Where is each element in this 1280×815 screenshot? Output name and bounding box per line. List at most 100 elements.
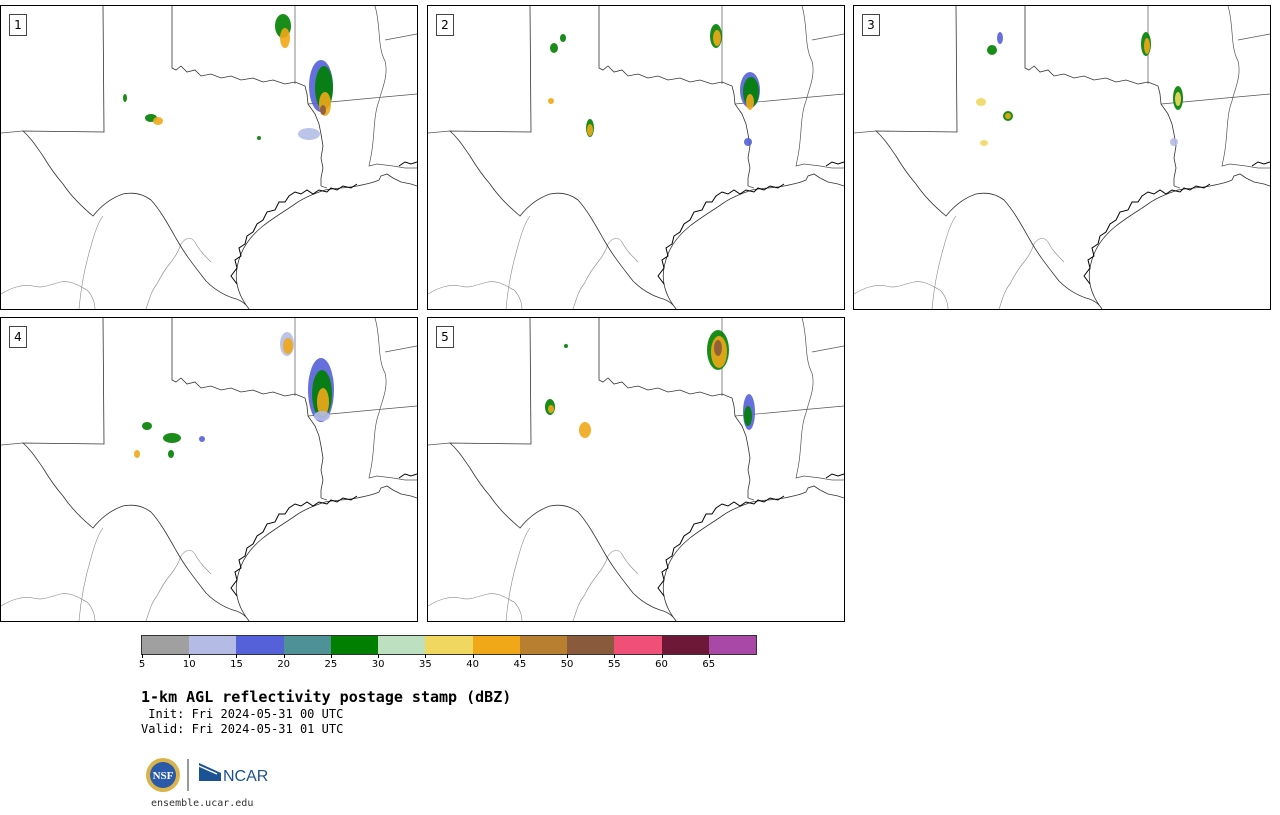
colorbar-cell xyxy=(519,636,568,654)
state-boundary xyxy=(320,497,328,501)
state-boundary xyxy=(1,442,24,446)
reflectivity-cell xyxy=(320,105,326,115)
state-boundary xyxy=(384,345,417,353)
colorbar-tick xyxy=(330,654,332,658)
colorbar-tick xyxy=(708,654,710,658)
state-boundary xyxy=(1173,185,1181,189)
colorbar-tick xyxy=(661,654,663,658)
colorbar-cell xyxy=(142,636,190,654)
logos: NSF NCAR xyxy=(146,758,268,792)
state-boundary xyxy=(428,130,451,134)
texas-boundary xyxy=(21,318,417,621)
panel-label-5: 5 xyxy=(436,326,454,348)
reflectivity-cell xyxy=(1170,138,1178,146)
colorbar-cell xyxy=(567,636,615,654)
reflectivity-cell xyxy=(123,94,127,102)
colorbar-cell xyxy=(661,636,709,654)
colorbar-cell xyxy=(425,636,473,654)
svg-text:NCAR: NCAR xyxy=(223,768,268,785)
mexico-border xyxy=(428,215,639,309)
coastline xyxy=(1083,161,1270,285)
colorbar-tick-label: 60 xyxy=(655,659,668,670)
state-boundary xyxy=(854,130,877,134)
state-boundary xyxy=(747,185,755,189)
coastline xyxy=(657,161,844,285)
state-boundary xyxy=(384,33,417,41)
colorbar-tick xyxy=(189,654,191,658)
texas-boundary xyxy=(21,6,417,309)
reflectivity-cell xyxy=(199,436,205,442)
reflectivity-cell xyxy=(976,98,986,106)
map-panel-1: 1 xyxy=(0,5,418,310)
reflectivity-cell xyxy=(550,43,558,53)
colorbar-tick-label: 40 xyxy=(466,659,479,670)
reflectivity-cell xyxy=(163,433,181,443)
reflectivity-cell xyxy=(714,340,722,356)
colorbar-tick-label: 20 xyxy=(277,659,291,670)
reflectivity-cell xyxy=(142,422,152,430)
reflectivity-cell xyxy=(1005,113,1011,119)
reflectivity-cell xyxy=(548,98,554,104)
map-panel-5: 5 xyxy=(427,317,845,622)
colorbar-tick xyxy=(283,654,285,658)
state-boundary xyxy=(795,6,844,169)
colorbar-tick xyxy=(378,654,380,658)
reflectivity-cell xyxy=(713,30,721,46)
reflectivity-cell xyxy=(298,128,320,140)
colorbar-tick-label: 65 xyxy=(702,659,716,670)
state-boundary xyxy=(368,318,417,481)
state-boundary xyxy=(811,33,844,41)
reflectivity-cell xyxy=(579,422,591,438)
reflectivity-cell xyxy=(1144,38,1150,54)
colorbar-tick xyxy=(236,654,238,658)
reflectivity-cell xyxy=(168,450,174,458)
coastline xyxy=(230,473,417,597)
panel-label-4: 4 xyxy=(9,326,27,348)
colorbar-tick-label: 35 xyxy=(419,659,432,670)
mexico-border xyxy=(854,215,1065,309)
reflectivity-cell xyxy=(1175,92,1181,106)
reflectivity-cell xyxy=(997,32,1003,44)
colorbar xyxy=(141,635,757,655)
mexico-border xyxy=(1,215,212,309)
reflectivity-cell xyxy=(153,117,163,125)
state-boundary xyxy=(1237,33,1270,41)
panel-label-2: 2 xyxy=(436,14,454,36)
colorbar-cell xyxy=(330,636,379,654)
reflectivity-cell xyxy=(744,406,752,426)
reflectivity-cell xyxy=(257,136,261,140)
reflectivity-cell xyxy=(987,45,997,55)
mexico-border xyxy=(428,527,639,621)
colorbar-ticks: 5 10 15 20 25 30 35 40 45 50 55 60 65 xyxy=(138,654,757,674)
init-time: Init: Fri 2024-05-31 00 UTC xyxy=(141,707,344,721)
map-panel-3: 3 xyxy=(853,5,1271,310)
reflectivity-cell xyxy=(746,94,754,110)
colorbar-tick xyxy=(472,654,474,658)
colorbar-tick-label: 25 xyxy=(324,659,338,670)
colorbar-cell xyxy=(189,636,237,654)
state-boundary xyxy=(747,497,755,501)
ncar-logo: NCAR xyxy=(198,763,268,785)
state-boundary xyxy=(811,345,844,353)
colorbar-cell xyxy=(378,636,426,654)
colorbar-tick xyxy=(142,654,143,658)
map-4 xyxy=(1,318,417,621)
reflectivity-cell xyxy=(744,138,752,146)
coastline xyxy=(657,473,844,597)
map-panel-4: 4 xyxy=(0,317,418,622)
reflectivity-cell xyxy=(314,411,330,421)
colorbar-tick-label: 5 xyxy=(138,659,146,670)
map-panel-2: 2 xyxy=(427,5,845,310)
figure-title: 1-km AGL reflectivity postage stamp (dBZ… xyxy=(141,688,512,706)
state-boundary xyxy=(1221,6,1270,169)
colorbar-tick-label: 45 xyxy=(513,659,527,670)
colorbar-tick-label: 15 xyxy=(230,659,243,670)
state-boundary xyxy=(795,318,844,481)
reflectivity-cell xyxy=(980,140,988,146)
map-3 xyxy=(854,6,1270,309)
colorbar-cell xyxy=(614,636,662,654)
colorbar-tick xyxy=(567,654,569,658)
state-boundary xyxy=(320,185,328,189)
map-2 xyxy=(428,6,844,309)
map-5 xyxy=(428,318,844,621)
